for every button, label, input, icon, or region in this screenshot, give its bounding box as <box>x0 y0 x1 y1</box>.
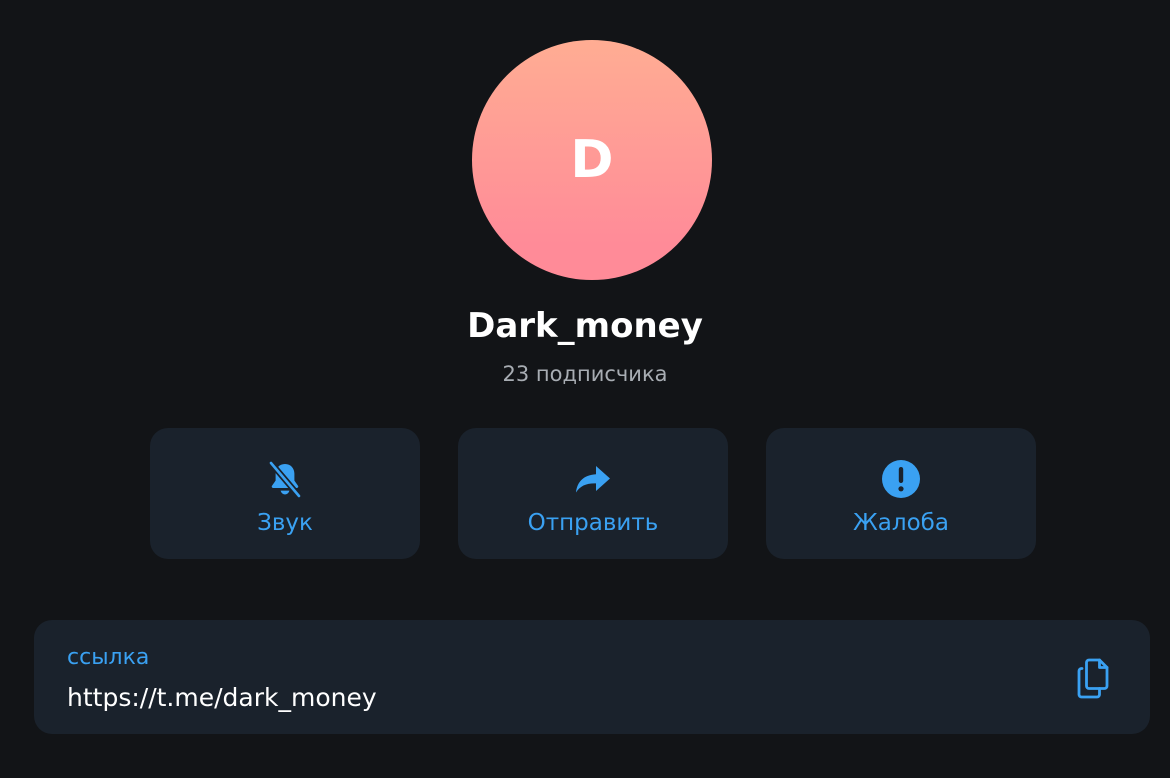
sound-button[interactable]: Звук <box>150 428 420 559</box>
sound-label: Звук <box>257 510 313 536</box>
subscriber-count: 23 подписчика <box>502 362 668 386</box>
share-arrow-icon <box>572 458 614 500</box>
share-button[interactable]: Отправить <box>458 428 728 559</box>
exclamation-icon <box>880 458 922 500</box>
link-card[interactable]: ссылка https://t.me/dark_money <box>34 620 1150 734</box>
report-label: Жалоба <box>853 510 949 536</box>
avatar-letter: D <box>570 130 614 190</box>
link-value[interactable]: https://t.me/dark_money <box>67 683 377 713</box>
report-button[interactable]: Жалоба <box>766 428 1036 559</box>
link-label: ссылка <box>67 645 150 670</box>
share-label: Отправить <box>527 510 659 536</box>
channel-name: Dark_money <box>467 306 703 346</box>
copy-icon[interactable] <box>1072 654 1120 702</box>
bell-off-icon <box>264 458 306 500</box>
avatar[interactable]: D <box>472 40 712 280</box>
